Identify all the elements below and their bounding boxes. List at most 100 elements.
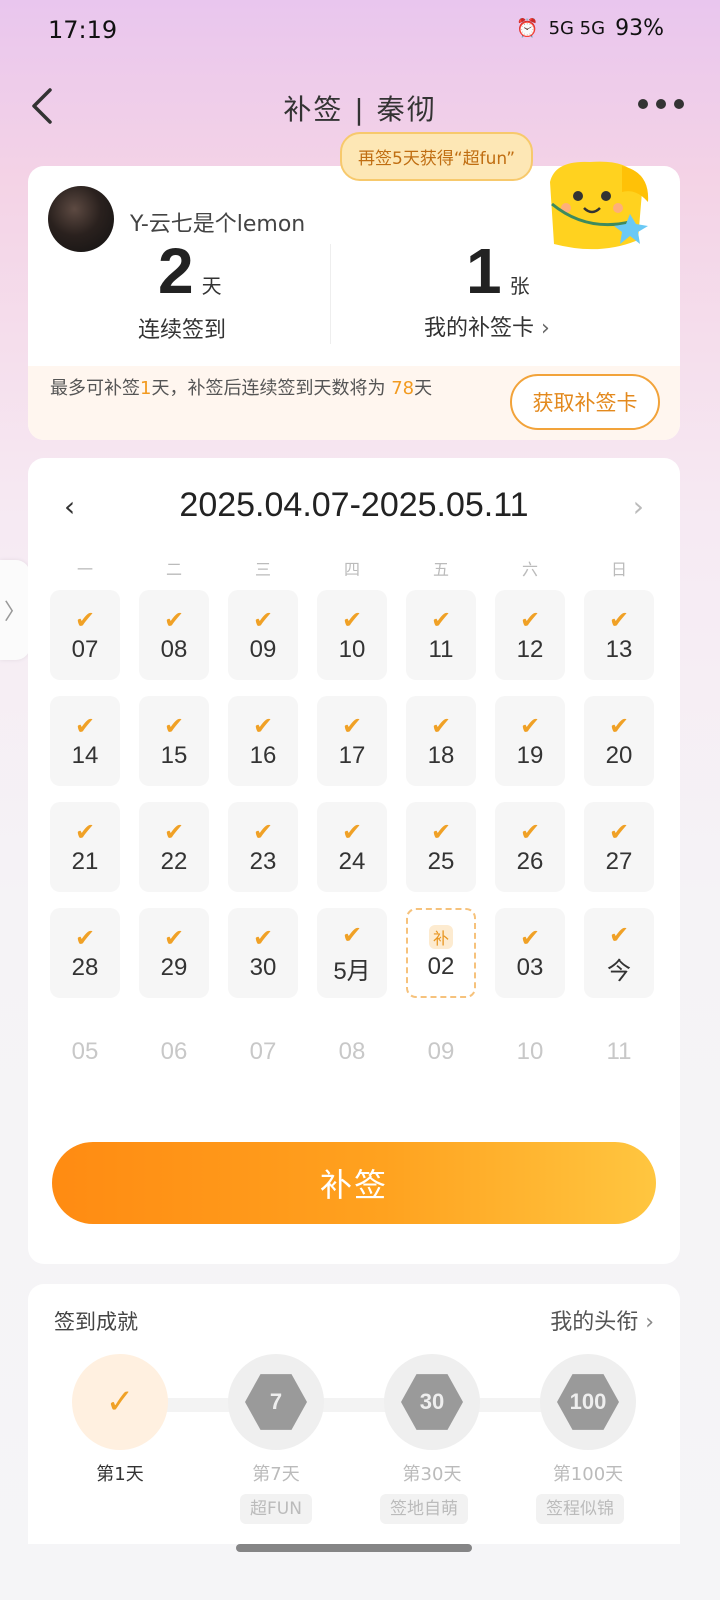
cards-label: 我的补签卡 (424, 316, 535, 341)
calendar-day[interactable]: ✔ 10 (317, 590, 387, 680)
achievement-label: 第1天 (96, 1464, 144, 1485)
calendar-day[interactable]: ✔ 03 (495, 908, 565, 998)
badge-day-7: 7 (228, 1354, 324, 1450)
badge-30-icon: 30 (401, 1374, 463, 1430)
calendar-day[interactable]: 补 02 (406, 908, 476, 998)
check-icon: ✔ (341, 606, 363, 634)
side-drawer-handle[interactable]: 〉 (0, 560, 30, 660)
future-day: 10 (516, 1038, 544, 1065)
check-icon: ✓ (105, 1382, 135, 1422)
chevron-right-icon: › (541, 316, 550, 341)
day-number: 03 (516, 954, 544, 981)
day-number: 22 (160, 848, 188, 875)
future-day: 11 (606, 1038, 632, 1065)
calendar-day[interactable]: ✔ 14 (50, 696, 120, 786)
achievement-tag: 超FUN (240, 1494, 312, 1524)
calendar-day[interactable]: ✔ 09 (228, 590, 298, 680)
day-number: 02 (427, 953, 455, 980)
calendar-day[interactable]: ✔ 24 (317, 802, 387, 892)
check-icon: ✔ (341, 920, 363, 949)
chevron-right-icon: › (638, 1310, 654, 1335)
calendar-card: ‹ 2025.04.07-2025.05.11 › 一 二 三 四 五 六 日 … (28, 458, 680, 1264)
calendar-day[interactable]: ✔ 11 (406, 590, 476, 680)
check-icon: ✔ (341, 818, 363, 846)
calendar-day[interactable]: ✔ 29 (139, 908, 209, 998)
day-number: 5月 (333, 957, 371, 985)
check-icon: ✔ (608, 606, 630, 634)
day-number: 26 (516, 848, 544, 875)
calendar-day[interactable]: ✔ 08 (139, 590, 209, 680)
calendar-day[interactable]: ✔ 27 (584, 802, 654, 892)
check-icon: ✔ (341, 712, 363, 740)
my-titles-link[interactable]: 我的头衔 › (550, 1304, 654, 1336)
day-number: 07 (71, 636, 99, 663)
get-makeup-card-button[interactable]: 获取补签卡 (510, 374, 660, 430)
check-icon: ✔ (163, 606, 185, 634)
calendar-day[interactable]: ✔ 18 (406, 696, 476, 786)
future-day: 06 (160, 1038, 188, 1065)
day-number: 23 (249, 848, 277, 875)
progress-track (118, 1398, 588, 1412)
makeup-badge: 补 (428, 925, 453, 949)
day-number: 25 (427, 848, 455, 875)
achievements-card: 签到成就 我的头衔 › ✓ 7 30 100 第1天 第7天 第30天 第100… (28, 1284, 680, 1544)
calendar-day[interactable]: ✔ 07 (50, 590, 120, 680)
alarm-icon: ⏰ (516, 18, 539, 39)
future-day: 09 (427, 1038, 455, 1065)
streak-number: 2 (158, 235, 194, 307)
makeup-sign-button[interactable]: 补签 (52, 1142, 656, 1224)
weekday-label: 六 (521, 560, 538, 579)
check-icon: ✔ (74, 712, 96, 740)
day-number: 11 (428, 636, 454, 663)
check-icon: ✔ (252, 606, 274, 634)
check-icon: ✔ (519, 712, 541, 740)
chevron-right-icon: 〉 (3, 600, 26, 625)
check-icon: ✔ (430, 606, 452, 634)
calendar-day[interactable]: ✔ 今 (584, 908, 654, 998)
date-range: 2025.04.07-2025.05.11 (179, 486, 529, 524)
day-number: 13 (605, 636, 633, 663)
calendar-day[interactable]: ✔ 17 (317, 696, 387, 786)
weekday-label: 一 (76, 560, 93, 579)
calendar-day[interactable]: ✔ 12 (495, 590, 565, 680)
day-number: 14 (71, 742, 99, 769)
home-indicator (236, 1544, 472, 1552)
calendar-day[interactable]: ✔ 16 (228, 696, 298, 786)
day-number: 10 (338, 636, 366, 663)
check-icon: ✔ (608, 920, 630, 949)
day-number: 28 (71, 954, 99, 981)
check-icon: ✔ (74, 818, 96, 846)
badge-day-1: ✓ (72, 1354, 168, 1450)
calendar-day[interactable]: ✔ 22 (139, 802, 209, 892)
my-makeup-cards-link[interactable]: 我的补签卡 › (424, 310, 550, 342)
next-range-button[interactable]: › (633, 490, 644, 523)
weekday-label: 日 (610, 560, 627, 579)
status-time: 17:19 (48, 16, 118, 44)
calendar-day[interactable]: ✔ 21 (50, 802, 120, 892)
day-number: 15 (160, 742, 188, 769)
calendar-day[interactable]: ✔ 30 (228, 908, 298, 998)
calendar-day[interactable]: ✔ 20 (584, 696, 654, 786)
day-number: 12 (516, 636, 544, 663)
mascot-icon (530, 152, 660, 262)
avatar[interactable] (48, 186, 114, 252)
battery-level: 93% (615, 16, 664, 41)
day-number: 09 (249, 636, 277, 663)
achievements-title: 签到成就 (54, 1310, 138, 1334)
check-icon: ✔ (608, 818, 630, 846)
achievement-label: 第30天 (402, 1464, 462, 1485)
calendar-day[interactable]: ✔ 25 (406, 802, 476, 892)
calendar-day[interactable]: ✔ 26 (495, 802, 565, 892)
calendar-day[interactable]: ✔ 5月 (317, 908, 387, 998)
check-icon: ✔ (252, 712, 274, 740)
calendar-day[interactable]: ✔ 28 (50, 908, 120, 998)
calendar-day[interactable]: ✔ 15 (139, 696, 209, 786)
divider (330, 244, 331, 344)
more-icon[interactable] (638, 96, 688, 112)
weekday-label: 二 (165, 560, 182, 579)
calendar-day[interactable]: ✔ 23 (228, 802, 298, 892)
calendar-day[interactable]: ✔ 13 (584, 590, 654, 680)
calendar-day[interactable]: ✔ 19 (495, 696, 565, 786)
cards-count: 1 张 (466, 234, 530, 308)
day-number: 30 (249, 954, 277, 981)
